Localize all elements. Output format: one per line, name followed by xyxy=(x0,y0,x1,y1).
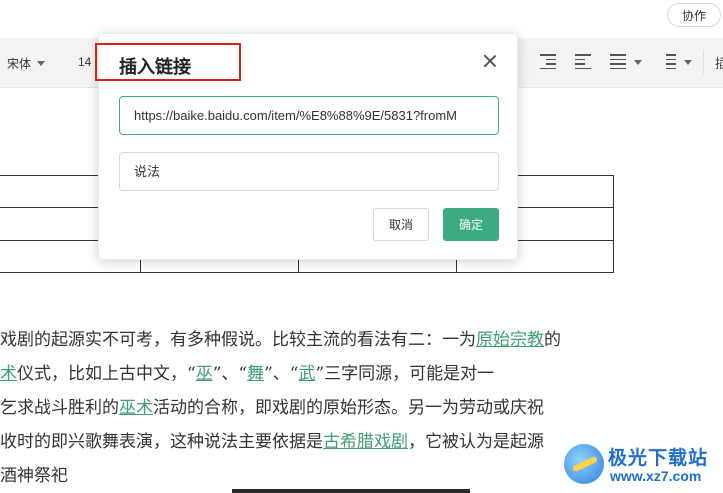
text-run: 活动的合称，即戏剧的原始形态。另一为劳动或庆祝 xyxy=(153,398,544,418)
close-icon[interactable] xyxy=(480,51,500,71)
chevron-down-icon xyxy=(37,61,46,66)
indent-decrease-icon[interactable] xyxy=(540,54,556,69)
text-run: ”三字同源，可能是对一 xyxy=(315,364,495,384)
insert-link-dialog: 插入链接 https://baike.baidu.com/item/%E8%88… xyxy=(95,33,518,260)
font-size-select[interactable]: 14 xyxy=(78,55,91,69)
link-text-input[interactable]: 说法 xyxy=(119,152,499,191)
text-run: 的 xyxy=(544,330,561,350)
hyperlink[interactable]: 巫术 xyxy=(119,398,153,418)
watermark-url: www.xz7.com xyxy=(610,468,702,484)
hyperlink[interactable]: 古希腊戏剧 xyxy=(323,432,408,452)
confirm-button[interactable]: 确定 xyxy=(443,208,499,241)
indent-increase-icon[interactable] xyxy=(575,54,591,69)
insert-menu-button[interactable]: 插 xyxy=(715,53,723,72)
text-run: 酒神祭祀 xyxy=(0,466,68,486)
paragraph-line: 戏剧的起源实不可考，有多种假说。比较主流的看法有二：一为原始宗教的 xyxy=(0,325,561,355)
watermark: 极光下载站 www.xz7.com xyxy=(560,442,720,490)
text-run: 收时的即兴歌舞表演，这种说法主要依据是 xyxy=(0,432,323,452)
table-border xyxy=(0,272,614,273)
site-logo-icon xyxy=(564,444,604,484)
hyperlink[interactable]: 术 xyxy=(0,364,17,384)
document-image[interactable] xyxy=(232,489,470,493)
link-url-input[interactable]: https://baike.baidu.com/item/%E8%88%9E/5… xyxy=(119,96,499,135)
chevron-down-icon[interactable] xyxy=(634,60,642,65)
cancel-button[interactable]: 取消 xyxy=(373,208,429,241)
chevron-down-icon[interactable] xyxy=(684,60,692,65)
text-run: 仪式，比如上古中文，“ xyxy=(17,364,196,384)
align-justify-icon[interactable] xyxy=(610,54,626,69)
text-run: 乞求战斗胜利的 xyxy=(0,398,119,418)
collaborate-button[interactable]: 协作 xyxy=(667,3,721,27)
font-family-value: 宋体 xyxy=(7,57,32,71)
table-border xyxy=(613,175,614,273)
hyperlink[interactable]: 舞 xyxy=(247,364,264,384)
font-family-select[interactable]: 宋体 xyxy=(7,55,46,72)
text-run: ”、“ xyxy=(264,364,299,384)
paragraph-line: 乞求战斗胜利的巫术活动的合称，即戏剧的原始形态。另一为劳动或庆祝 xyxy=(0,393,544,423)
text-run: ，它被认为是起源 xyxy=(408,432,544,452)
dialog-title: 插入链接 xyxy=(119,57,191,78)
paragraph-line: 术仪式，比如上古中文，“巫”、“舞”、“武”三字同源，可能是对一 xyxy=(0,359,494,389)
paragraph-line: 收时的即兴歌舞表演，这种说法主要依据是古希腊戏剧，它被认为是起源 xyxy=(0,427,544,457)
toolbar-divider xyxy=(703,50,704,74)
text-run: 戏剧的起源实不可考，有多种假说。比较主流的看法有二：一为 xyxy=(0,330,476,350)
text-run: ”、“ xyxy=(212,364,248,384)
hyperlink[interactable]: 原始宗教 xyxy=(476,330,544,350)
watermark-title: 极光下载站 xyxy=(608,447,709,469)
hyperlink[interactable]: 武 xyxy=(298,364,315,384)
hyperlink[interactable]: 巫 xyxy=(196,364,213,384)
paragraph-line: 酒神祭祀 xyxy=(0,461,68,491)
line-spacing-icon[interactable] xyxy=(660,54,676,69)
